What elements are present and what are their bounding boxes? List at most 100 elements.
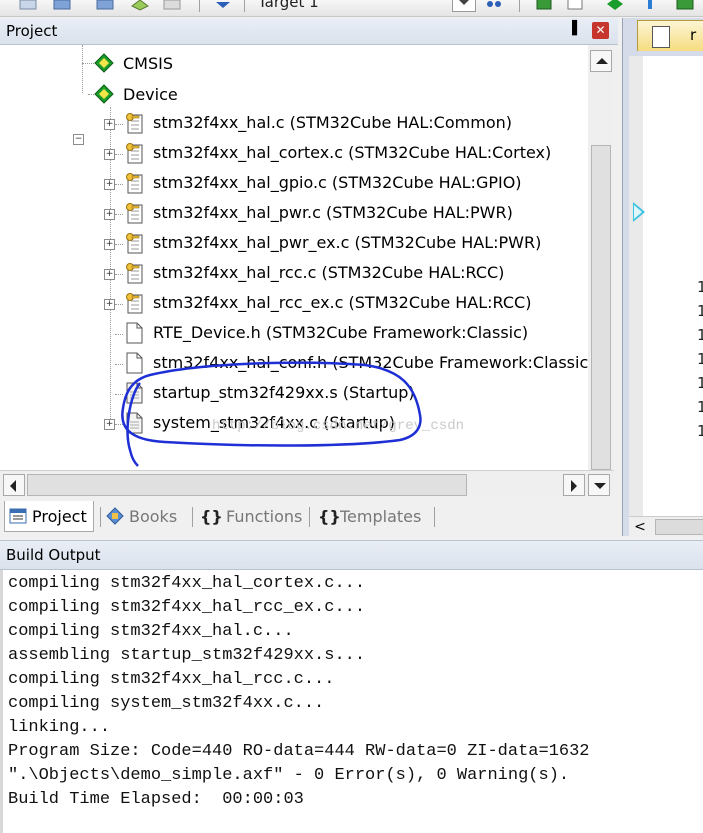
build-output-line: compiling system_stm32f4xx.c... — [8, 694, 325, 713]
books-toolbar-icon[interactable] — [675, 0, 695, 12]
file-icon — [652, 26, 670, 48]
tab-project[interactable]: Project — [4, 501, 94, 532]
tab-separator — [100, 507, 101, 527]
tree-vertical-scrollbar[interactable] — [588, 45, 614, 470]
pin-icon[interactable]: ▐ — [567, 21, 581, 39]
scroll-right-icon[interactable] — [563, 474, 585, 496]
tree-node-label: startup_stm32f429xx.s (Startup) — [153, 383, 415, 402]
options-icon[interactable] — [213, 0, 233, 12]
target-dropdown-button[interactable] — [452, 0, 476, 12]
scroll-left-icon[interactable] — [3, 474, 25, 496]
rebuild-icon[interactable] — [95, 0, 115, 12]
tree-node-cmsis[interactable]: CMSIS — [94, 48, 173, 78]
close-icon[interactable]: ✕ — [592, 22, 609, 39]
tree-node-file[interactable]: stm32f4xx_hal.c (STM32Cube HAL:Common) — [124, 108, 512, 138]
key-file-icon — [126, 112, 143, 133]
line-number: 1 — [697, 398, 703, 416]
tree-guide-line — [115, 273, 123, 275]
tree-guide-line — [115, 303, 123, 305]
build-output-header: Build Output — [0, 540, 703, 570]
watermark: http://blog.csdn.net/grey_csdn — [212, 418, 465, 434]
tree-node-label: stm32f4xx_hal.c (STM32Cube HAL:Common) — [153, 113, 512, 132]
build-output-text[interactable]: compiling stm32f4xx_hal_cortex.c... compi… — [0, 570, 703, 833]
editor-gutter — [629, 56, 645, 516]
build-output-line: Program Size: Code=440 RO-data=444 RW-da… — [8, 742, 590, 761]
target-select-text[interactable]: Target 1 — [258, 0, 319, 11]
build-output-line: compiling stm32f4xx_hal_rcc_ex.c... — [8, 598, 366, 617]
batch-build-icon[interactable] — [52, 0, 72, 12]
key-file-icon — [126, 142, 143, 163]
scroll-left-icon[interactable]: < — [631, 519, 649, 535]
gem-toolbar-icon[interactable] — [605, 0, 625, 12]
tree-node-label: stm32f4xx_hal_rcc.c (STM32Cube HAL:RCC) — [153, 263, 505, 282]
tree-node-file[interactable]: RTE_Device.h (STM32Cube Framework:Classi… — [124, 318, 528, 348]
expand-icon[interactable]: + — [104, 418, 115, 430]
tree-node-file[interactable]: stm32f4xx_hal_gpio.c (STM32Cube HAL:GPIO… — [124, 168, 522, 198]
expand-icon[interactable]: + — [104, 208, 115, 220]
gem-icon — [94, 53, 114, 73]
tree-guide-line — [115, 213, 123, 215]
tree-guide-line — [115, 423, 123, 425]
tree-node-file[interactable]: stm32f4xx_hal_rcc_ex.c (STM32Cube HAL:RC… — [124, 288, 531, 318]
tab-label: Templates — [340, 506, 422, 526]
load-icon[interactable] — [130, 0, 150, 12]
download-icon[interactable] — [162, 0, 182, 12]
tree-guide-line — [82, 63, 94, 64]
tree-node-file[interactable]: stm32f4xx_hal_cortex.c (STM32Cube HAL:Co… — [124, 138, 551, 168]
tree-node-label: stm32f4xx_hal_gpio.c (STM32Cube HAL:GPIO… — [153, 173, 522, 192]
asm-file-icon — [126, 412, 143, 433]
key-file-icon — [126, 172, 143, 193]
tree-horizontal-scrollbar[interactable] — [0, 470, 614, 497]
expand-icon[interactable]: + — [104, 268, 115, 280]
tab-label: Functions — [226, 506, 303, 526]
wizard-icon[interactable] — [640, 0, 660, 12]
tree-node-label: stm32f4xx_hal_pwr.c (STM32Cube HAL:PWR) — [153, 203, 513, 222]
expand-icon[interactable]: + — [104, 238, 115, 250]
build-output-line: ".\Objects\demo_simple.axf" - 0 Error(s)… — [8, 766, 570, 785]
tree-node-file[interactable]: stm32f4xx_hal_pwr_ex.c (STM32Cube HAL:PW… — [124, 228, 541, 258]
tree-guide-line — [82, 45, 83, 93]
tree-node-file[interactable]: stm32f4xx_hal_conf.h (STM32Cube Framewor… — [124, 348, 589, 378]
scroll-up-icon[interactable] — [590, 50, 612, 72]
tree-guide-line — [115, 123, 123, 125]
tree-node-label: RTE_Device.h (STM32Cube Framework:Classi… — [153, 323, 529, 342]
expand-icon[interactable]: + — [104, 148, 115, 160]
tree-node-device[interactable]: Device — [94, 79, 178, 109]
line-number: 1 — [697, 302, 703, 320]
scroll-thumb[interactable] — [27, 474, 467, 496]
build-output-line: assembling startup_stm32f429xx.s... — [8, 646, 366, 665]
toolbar: Target 1 — [0, 0, 703, 17]
tree-node-label: stm32f4xx_hal_rcc_ex.c (STM32Cube HAL:RC… — [153, 293, 532, 312]
tab-templates[interactable]: {} Templates — [318, 501, 421, 531]
manage-components-icon[interactable] — [484, 0, 504, 12]
line-number: 1 — [697, 422, 703, 440]
tree-guide-line — [115, 153, 123, 155]
tab-books[interactable]: Books — [106, 501, 177, 531]
code-editor[interactable]: 1 1 1 1 1 1 1 — [629, 56, 703, 516]
functions-tab-icon: {} — [200, 507, 223, 526]
line-number: 1 — [697, 278, 703, 296]
project-tree[interactable]: CMSIS − Device + stm32f4xx_hal.c (STM32Cu… — [0, 45, 589, 470]
editor-pane: r 1 1 1 1 1 1 1 < — [622, 18, 703, 537]
tree-guide-line — [115, 393, 123, 395]
scroll-thumb[interactable] — [591, 145, 611, 470]
tab-functions[interactable]: {} Functions — [200, 501, 302, 531]
expand-icon[interactable]: + — [104, 298, 115, 310]
expand-icon[interactable]: + — [104, 118, 115, 130]
scroll-down-icon[interactable] — [588, 474, 610, 496]
tree-node-file[interactable]: stm32f4xx_hal_rcc.c (STM32Cube HAL:RCC) — [124, 258, 504, 288]
tree-node-file[interactable]: startup_stm32f429xx.s (Startup) — [124, 378, 415, 408]
expand-icon[interactable]: + — [104, 178, 115, 190]
project-pane-tabs: Project Books {} Functions {} Templates — [0, 497, 618, 537]
gem-icon — [94, 84, 114, 104]
editor-tab[interactable]: r — [637, 20, 703, 51]
asm-file-icon — [126, 382, 143, 403]
collapse-icon[interactable]: − — [73, 134, 84, 145]
pack-installer-icon[interactable] — [534, 0, 554, 12]
scroll-thumb[interactable] — [655, 519, 703, 535]
tree-node-file[interactable]: stm32f4xx_hal_pwr.c (STM32Cube HAL:PWR) — [124, 198, 513, 228]
window-icon[interactable] — [565, 0, 585, 12]
editor-horizontal-scrollbar[interactable]: < — [629, 516, 703, 537]
tree-node-label: stm32f4xx_hal_conf.h (STM32Cube Framewor… — [153, 353, 589, 372]
toolbar-button-icon[interactable] — [18, 0, 38, 12]
